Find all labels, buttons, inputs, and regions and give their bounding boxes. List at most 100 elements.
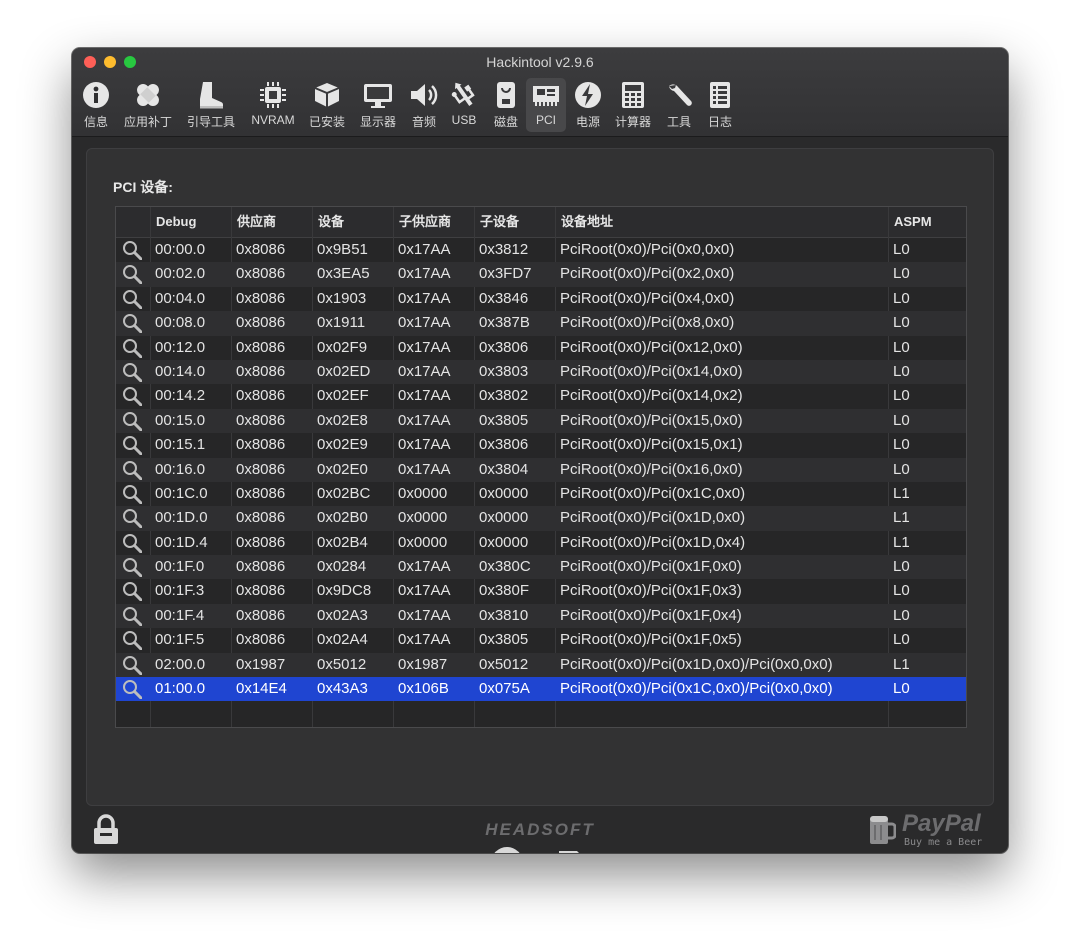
table-row[interactable]: 00:02.0 0x8086 0x3EA5 0x17AA 0x3FD7 PciRoot(0… <box>116 262 966 287</box>
share-icon <box>559 851 579 853</box>
tab-tools-label: 工具 <box>666 115 691 129</box>
cell-aspm: L0 <box>893 436 910 454</box>
tab-info[interactable]: 信息 <box>78 78 114 132</box>
tab-boot[interactable]: 引导工具 <box>182 78 240 132</box>
export-button[interactable] <box>489 845 525 853</box>
info-icon <box>78 78 114 112</box>
table-row[interactable]: 00:1D.4 0x8086 0x02B4 0x0000 0x0000 PciRoot(0… <box>116 531 966 555</box>
cell-subdevice: 0x0000 <box>479 484 529 502</box>
cell-subdevice: 0x3FD7 <box>479 265 532 283</box>
table-row[interactable]: 00:12.0 0x8086 0x02F9 0x17AA 0x3806 PciRoot(0… <box>116 336 966 360</box>
table-row[interactable]: 00:08.0 0x8086 0x1911 0x17AA 0x387B PciRoot(0… <box>116 311 966 336</box>
paypal-donate-button[interactable]: PayPal Buy me a Beer <box>866 810 992 850</box>
cell-device: 0x02EF <box>317 387 369 405</box>
table-row[interactable]: 00:1F.5 0x8086 0x02A4 0x17AA 0x3805 PciRoot(0… <box>116 628 966 652</box>
table-body: 00:00.0 0x8086 0x9B51 0x17AA 0x3812 PciRoot(0… <box>116 238 966 702</box>
tab-display[interactable]: 显示器 <box>354 78 402 132</box>
download-icon <box>494 847 520 853</box>
magnifier-icon[interactable] <box>122 289 142 309</box>
table-row[interactable]: 00:1F.3 0x8086 0x9DC8 0x17AA 0x380F PciRoot(0… <box>116 579 966 603</box>
table-row[interactable]: 00:15.1 0x8086 0x02E9 0x17AA 0x3806 PciRoot(0… <box>116 433 966 457</box>
table-row[interactable]: 01:00.0 0x14E4 0x43A3 0x106B 0x075A PciRoot(0… <box>116 677 966 702</box>
cell-vendor: 0x1987 <box>236 655 286 673</box>
tab-calculator[interactable]: 计算器 <box>610 78 656 132</box>
tab-nvram[interactable]: NVRAM <box>248 78 298 132</box>
tab-patch[interactable]: 应用补丁 <box>120 78 176 132</box>
section-title: PCI 设备: <box>113 179 173 195</box>
tab-power[interactable]: 电源 <box>570 78 606 132</box>
tab-usb[interactable]: USB <box>446 78 482 132</box>
table-row[interactable]: 00:04.0 0x8086 0x1903 0x17AA 0x3846 PciRoot(0… <box>116 287 966 311</box>
cell-subdevice: 0x3802 <box>479 387 529 405</box>
cell-device: 0x3EA5 <box>317 265 370 283</box>
column-header-vendor[interactable]: 供应商 <box>231 207 312 237</box>
magnifier-icon[interactable] <box>122 411 142 431</box>
cell-subdevice: 0x3846 <box>479 289 529 307</box>
cell-vendor: 0x8086 <box>236 362 286 380</box>
cell-subvendor: 0x17AA <box>398 460 451 478</box>
cell-subvendor: 0x0000 <box>398 509 448 527</box>
tab-power-label: 电源 <box>575 115 600 129</box>
tab-pci[interactable]: PCI <box>526 78 566 132</box>
table-row[interactable]: 00:16.0 0x8086 0x02E0 0x17AA 0x3804 PciRoot(0… <box>116 457 966 482</box>
cell-vendor: 0x8086 <box>236 411 286 429</box>
share-button[interactable] <box>553 845 589 853</box>
speaker-icon <box>406 78 442 112</box>
tab-tools[interactable]: 工具 <box>662 78 696 132</box>
table-row[interactable]: 00:1F.0 0x8086 0x0284 0x17AA 0x380C PciRoot(0… <box>116 555 966 580</box>
monitor-icon <box>360 78 396 112</box>
tab-installed[interactable]: 已安装 <box>304 78 350 132</box>
column-header-subdevice[interactable]: 子设备 <box>474 207 555 237</box>
column-header-device[interactable]: 设备 <box>312 207 393 237</box>
column-header-subvendor[interactable]: 子供应商 <box>393 207 474 237</box>
magnifier-icon[interactable] <box>122 581 142 602</box>
magnifier-icon[interactable] <box>122 240 142 260</box>
tab-audio[interactable]: 音频 <box>406 78 442 132</box>
cell-debug: 00:14.2 <box>155 387 206 405</box>
box-icon <box>309 78 345 112</box>
cell-subvendor: 0x17AA <box>398 338 451 356</box>
magnifier-icon[interactable] <box>122 484 142 504</box>
table-row[interactable]: 00:00.0 0x8086 0x9B51 0x17AA 0x3812 PciRoot(0… <box>116 238 966 262</box>
column-header-icon[interactable] <box>116 207 150 237</box>
paypal-subtitle: Buy me a Beer <box>904 837 983 848</box>
wrench-icon <box>661 78 697 112</box>
cell-subdevice: 0x3810 <box>479 606 529 624</box>
lock-icon[interactable] <box>92 814 120 846</box>
table-row[interactable]: 00:1F.4 0x8086 0x02A3 0x17AA 0x3810 PciRoot(0… <box>116 603 966 629</box>
pci-device-table[interactable]: Debug 供应商 设备 子供应商 子设备 设备地址 ASPM 00:00.0 0… <box>115 206 967 728</box>
magnifier-icon[interactable] <box>122 338 142 358</box>
table-row[interactable]: 00:1C.0 0x8086 0x02BC 0x0000 0x0000 PciRoot(0… <box>116 482 966 506</box>
magnifier-icon[interactable] <box>122 606 142 626</box>
magnifier-icon[interactable] <box>122 655 142 675</box>
window-title: Hackintool v2.9.6 <box>486 54 594 70</box>
table-row[interactable]: 00:14.2 0x8086 0x02EF 0x17AA 0x3802 PciRoot(0… <box>116 384 966 408</box>
magnifier-icon[interactable] <box>122 435 142 456</box>
cell-subvendor: 0x17AA <box>398 265 451 283</box>
table-row[interactable]: 00:15.0 0x8086 0x02E8 0x17AA 0x3805 PciRoot(0… <box>116 408 966 434</box>
cell-subvendor: 0x17AA <box>398 411 451 429</box>
magnifier-icon[interactable] <box>122 460 142 480</box>
cell-subdevice: 0x3806 <box>479 338 529 356</box>
magnifier-icon[interactable] <box>122 264 142 285</box>
magnifier-icon[interactable] <box>122 533 142 553</box>
table-row[interactable]: 02:00.0 0x1987 0x5012 0x1987 0x5012 PciRoot(0… <box>116 652 966 678</box>
magnifier-icon[interactable] <box>122 508 142 529</box>
cell-subdevice: 0x5012 <box>479 655 529 673</box>
tab-log[interactable]: 日志 <box>702 78 738 132</box>
column-header-debug[interactable]: Debug <box>150 207 231 237</box>
column-header-aspm[interactable]: ASPM <box>888 207 966 237</box>
table-row[interactable]: 00:1D.0 0x8086 0x02B0 0x0000 0x0000 PciRoot(0… <box>116 506 966 531</box>
magnifier-icon[interactable] <box>122 679 142 700</box>
magnifier-icon[interactable] <box>122 630 142 651</box>
table-row[interactable]: 00:14.0 0x8086 0x02ED 0x17AA 0x3803 PciRoot(0… <box>116 359 966 385</box>
magnifier-icon[interactable] <box>122 386 142 407</box>
column-header-device-path[interactable]: 设备地址 <box>555 207 888 237</box>
magnifier-icon[interactable] <box>122 313 142 334</box>
magnifier-icon[interactable] <box>122 557 142 578</box>
magnifier-icon[interactable] <box>122 362 142 382</box>
usb-icon <box>446 78 482 112</box>
cell-device: 0x1903 <box>317 289 367 307</box>
tab-disk[interactable]: 磁盘 <box>488 78 524 132</box>
cell-device-path: PciRoot(0x0)/Pci(0x1F,0x3) <box>560 582 742 600</box>
